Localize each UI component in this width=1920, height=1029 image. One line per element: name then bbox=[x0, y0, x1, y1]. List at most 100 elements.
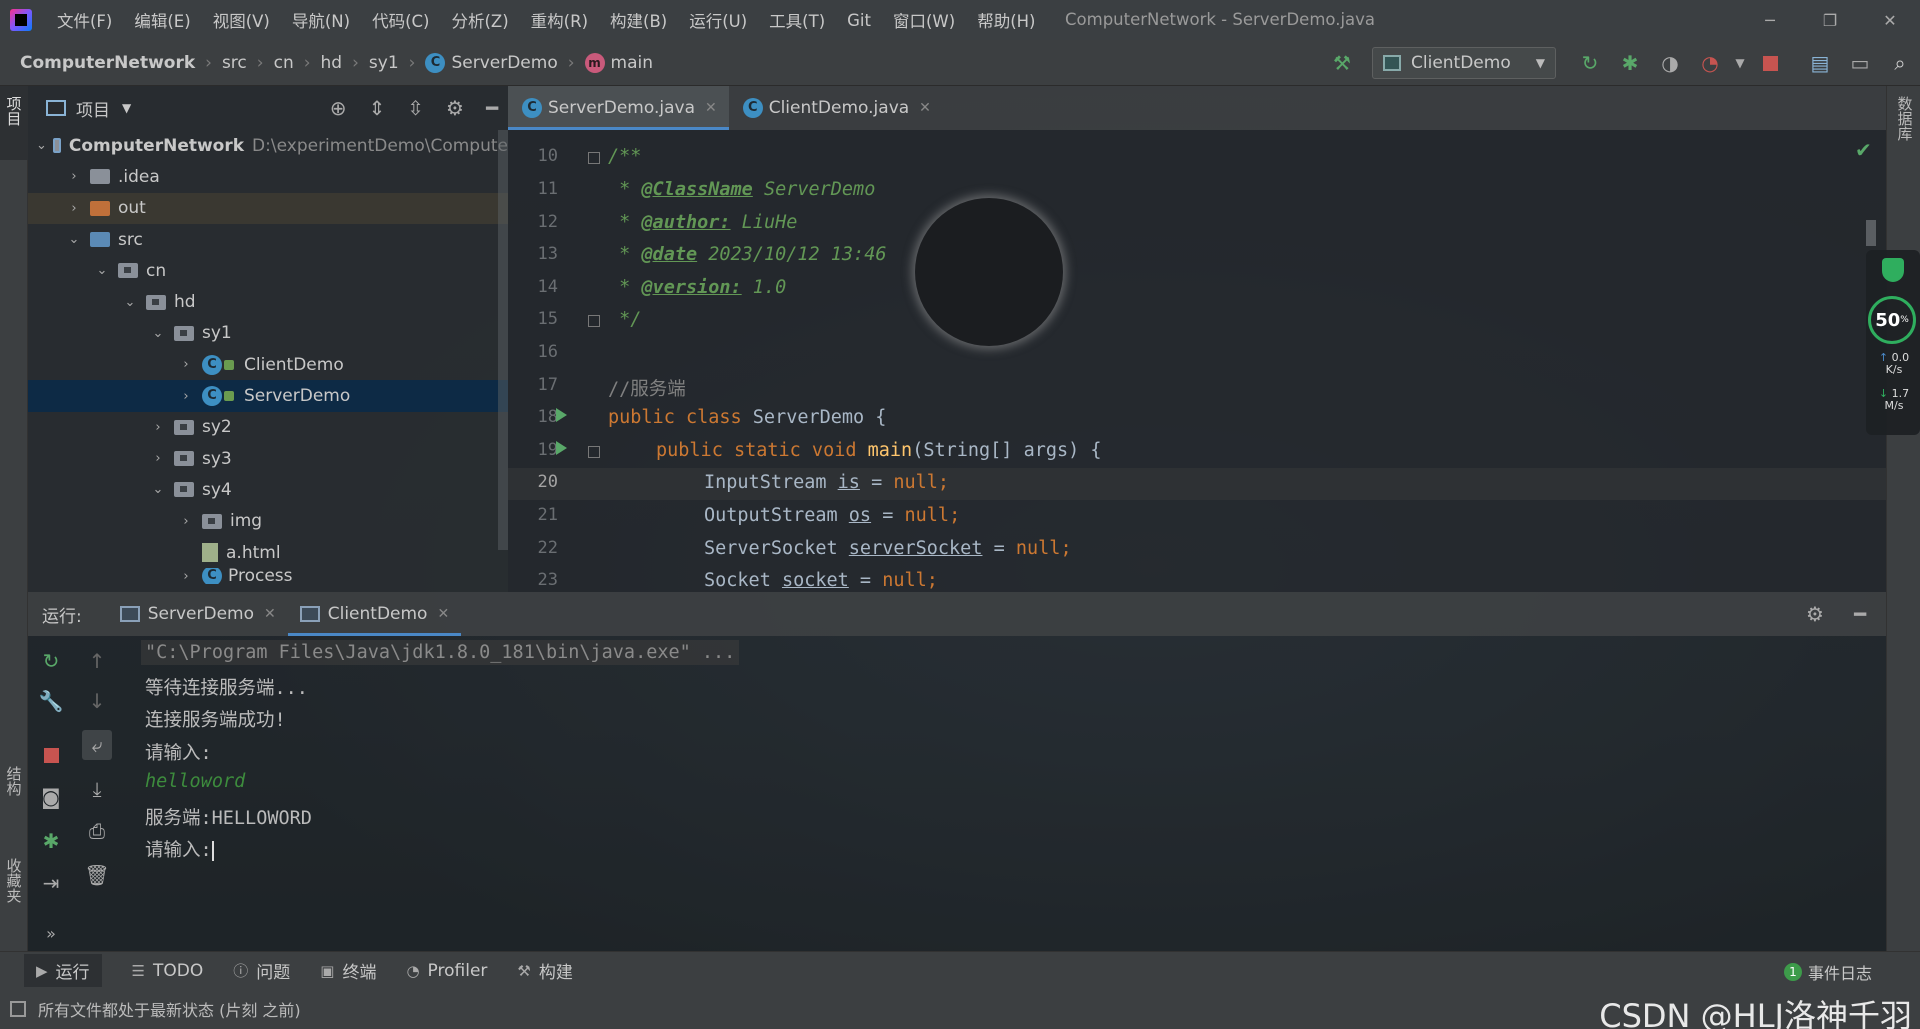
menu-tools[interactable]: 工具(T) bbox=[758, 8, 836, 32]
toggle-tool-windows-icon[interactable] bbox=[10, 1001, 26, 1017]
close-tab-icon[interactable]: ✕ bbox=[705, 100, 717, 116]
breadcrumb-hd[interactable]: hd bbox=[321, 53, 343, 73]
code-editor[interactable]: 10 11 12 13 14 15 16 17 18 19 20 21 22 2… bbox=[508, 130, 1886, 592]
tree-item-serverdemo[interactable]: › C ServerDemo bbox=[28, 380, 508, 412]
close-window-icon[interactable]: ✕ bbox=[1860, 0, 1920, 40]
arrow-down-icon[interactable]: ↓ bbox=[84, 688, 110, 714]
chevron-down-icon[interactable]: ⌄ bbox=[36, 138, 47, 153]
tree-item-a-html[interactable]: a.html bbox=[28, 537, 508, 568]
breadcrumb-src[interactable]: src bbox=[222, 53, 247, 73]
run-gutter-icon[interactable] bbox=[556, 408, 567, 422]
console-input-prompt[interactable]: 请输入: bbox=[145, 836, 214, 862]
terminal-window-icon[interactable]: ▭ bbox=[1840, 40, 1880, 86]
tool-tab-run[interactable]: ▶ 运行 bbox=[24, 954, 102, 987]
hide-panel-icon[interactable]: ━ bbox=[1854, 602, 1866, 626]
chevron-right-icon[interactable]: › bbox=[64, 169, 84, 184]
hide-panel-icon[interactable]: ━ bbox=[486, 96, 498, 120]
tool-tab-todo[interactable]: ☰ TODO bbox=[132, 961, 204, 981]
login-icon[interactable]: ⇥ bbox=[38, 870, 64, 896]
stop-icon[interactable] bbox=[38, 742, 64, 768]
collapse-all-icon[interactable]: ⇳ bbox=[407, 96, 424, 120]
chevron-down-icon[interactable]: ⌄ bbox=[120, 295, 140, 310]
tree-item-src[interactable]: ⌄ src bbox=[28, 224, 508, 255]
fold-icon[interactable] bbox=[588, 315, 600, 327]
menu-view[interactable]: 视图(V) bbox=[202, 8, 281, 32]
database-tool-tab[interactable]: 数据库 bbox=[1891, 96, 1919, 176]
menu-file[interactable]: 文件(F) bbox=[46, 8, 123, 32]
tree-item-idea[interactable]: › .idea bbox=[28, 161, 508, 192]
run-configuration-select[interactable]: ClientDemo ▼ bbox=[1372, 47, 1556, 79]
soft-wrap-icon[interactable]: ⤶ bbox=[82, 730, 112, 760]
tab-serverdemo-java[interactable]: C ServerDemo.java ✕ bbox=[508, 86, 729, 130]
wrench-icon[interactable]: 🔧 bbox=[38, 688, 64, 714]
tree-item-img[interactable]: › img bbox=[28, 506, 508, 537]
tree-item-process[interactable]: › C Process bbox=[28, 568, 508, 585]
breadcrumb-cn[interactable]: cn bbox=[274, 53, 294, 73]
menu-navigate[interactable]: 导航(N) bbox=[281, 8, 361, 32]
chevron-down-icon[interactable]: ⌄ bbox=[148, 326, 168, 341]
gear-icon[interactable]: ⚙ bbox=[446, 96, 464, 120]
tree-item-sy3[interactable]: › sy3 bbox=[28, 443, 508, 474]
menu-git[interactable]: Git bbox=[836, 11, 882, 30]
tree-item-sy1[interactable]: ⌄ sy1 bbox=[28, 318, 508, 349]
menu-code[interactable]: 代码(C) bbox=[361, 8, 440, 32]
breadcrumb-method[interactable]: m main bbox=[584, 52, 653, 73]
tool-tab-terminal[interactable]: ▣ 终端 bbox=[320, 958, 376, 984]
tool-tab-profiler[interactable]: ◔ Profiler bbox=[406, 961, 487, 981]
event-log-button[interactable]: 1 事件日志 bbox=[1783, 960, 1872, 984]
menu-analyze[interactable]: 分析(Z) bbox=[440, 8, 519, 32]
run-gutter-icon[interactable] bbox=[556, 441, 567, 455]
fold-icon[interactable] bbox=[588, 446, 600, 458]
favorites-tool-tab[interactable]: 收藏夹 bbox=[0, 858, 28, 942]
tree-item-cn[interactable]: ⌄ cn bbox=[28, 255, 508, 286]
tree-item-project-root[interactable]: ⌄ ComputerNetwork D:\experimentDemo\Comp… bbox=[28, 130, 508, 161]
breadcrumb-class[interactable]: C ServerDemo bbox=[425, 52, 558, 73]
more-tools-icon[interactable]: » bbox=[38, 920, 64, 946]
chevron-right-icon[interactable]: › bbox=[64, 201, 84, 216]
tree-item-hd[interactable]: ⌄ hd bbox=[28, 286, 508, 317]
gear-icon[interactable]: ⚙ bbox=[1806, 602, 1824, 626]
editor-scrollbar-thumb[interactable] bbox=[1866, 220, 1876, 246]
print-icon[interactable]: ⎙ bbox=[84, 818, 110, 844]
menu-refactor[interactable]: 重构(R) bbox=[520, 8, 599, 32]
profile-icon[interactable]: ◔ bbox=[1690, 40, 1730, 86]
search-icon[interactable]: ⌕ bbox=[1880, 40, 1920, 86]
chevron-right-icon[interactable]: › bbox=[176, 357, 196, 372]
trash-icon[interactable]: 🗑 bbox=[84, 862, 110, 888]
close-tab-icon[interactable]: ✕ bbox=[264, 606, 276, 622]
tree-item-sy2[interactable]: › sy2 bbox=[28, 412, 508, 443]
close-tab-icon[interactable]: ✕ bbox=[919, 100, 931, 116]
menu-edit[interactable]: 编辑(E) bbox=[123, 8, 201, 32]
structure-tool-tab[interactable]: 结构 bbox=[0, 766, 28, 846]
menu-run[interactable]: 运行(U) bbox=[678, 8, 758, 32]
project-structure-icon[interactable]: ▤ bbox=[1800, 40, 1840, 86]
tab-clientdemo-java[interactable]: C ClientDemo.java ✕ bbox=[729, 86, 943, 130]
chevron-right-icon[interactable]: › bbox=[148, 451, 168, 466]
tool-tab-build[interactable]: ⚒ 构建 bbox=[517, 958, 572, 984]
rerun-icon[interactable]: ↻ bbox=[38, 648, 64, 674]
menu-help[interactable]: 帮助(H) bbox=[966, 8, 1046, 32]
fold-icon[interactable] bbox=[588, 152, 600, 164]
project-panel-title[interactable]: 项目 bbox=[76, 96, 110, 121]
chevron-right-icon[interactable]: › bbox=[176, 389, 196, 404]
chevron-down-icon[interactable]: ⌄ bbox=[92, 263, 112, 278]
stop-icon[interactable] bbox=[1750, 40, 1790, 86]
chevron-right-icon[interactable]: › bbox=[176, 514, 196, 529]
rerun-icon[interactable]: ↻ bbox=[1570, 40, 1610, 86]
project-tool-tab[interactable]: 项目 bbox=[0, 86, 28, 160]
menu-window[interactable]: 窗口(W) bbox=[882, 8, 966, 32]
chevron-down-icon[interactable]: ⌄ bbox=[64, 232, 84, 247]
tree-item-sy4[interactable]: ⌄ sy4 bbox=[28, 474, 508, 505]
breadcrumb-project[interactable]: ComputerNetwork bbox=[20, 53, 195, 73]
more-run-chevron-icon[interactable]: ▼ bbox=[1730, 40, 1750, 86]
menu-build[interactable]: 构建(B) bbox=[599, 8, 678, 32]
scroll-to-end-icon[interactable]: ⤓ bbox=[84, 776, 110, 802]
chevron-right-icon[interactable]: › bbox=[176, 569, 196, 584]
coverage-icon[interactable]: ◑ bbox=[1650, 40, 1690, 86]
minimize-icon[interactable]: ─ bbox=[1740, 0, 1800, 40]
tool-tab-problems[interactable]: ⓘ 问题 bbox=[233, 958, 290, 983]
no-problems-check-icon[interactable]: ✔ bbox=[1855, 138, 1872, 162]
restore-icon[interactable]: ❐ bbox=[1800, 0, 1860, 40]
breadcrumb-sy1[interactable]: sy1 bbox=[369, 53, 399, 73]
run-tab-serverdemo[interactable]: ServerDemo ✕ bbox=[108, 592, 288, 636]
